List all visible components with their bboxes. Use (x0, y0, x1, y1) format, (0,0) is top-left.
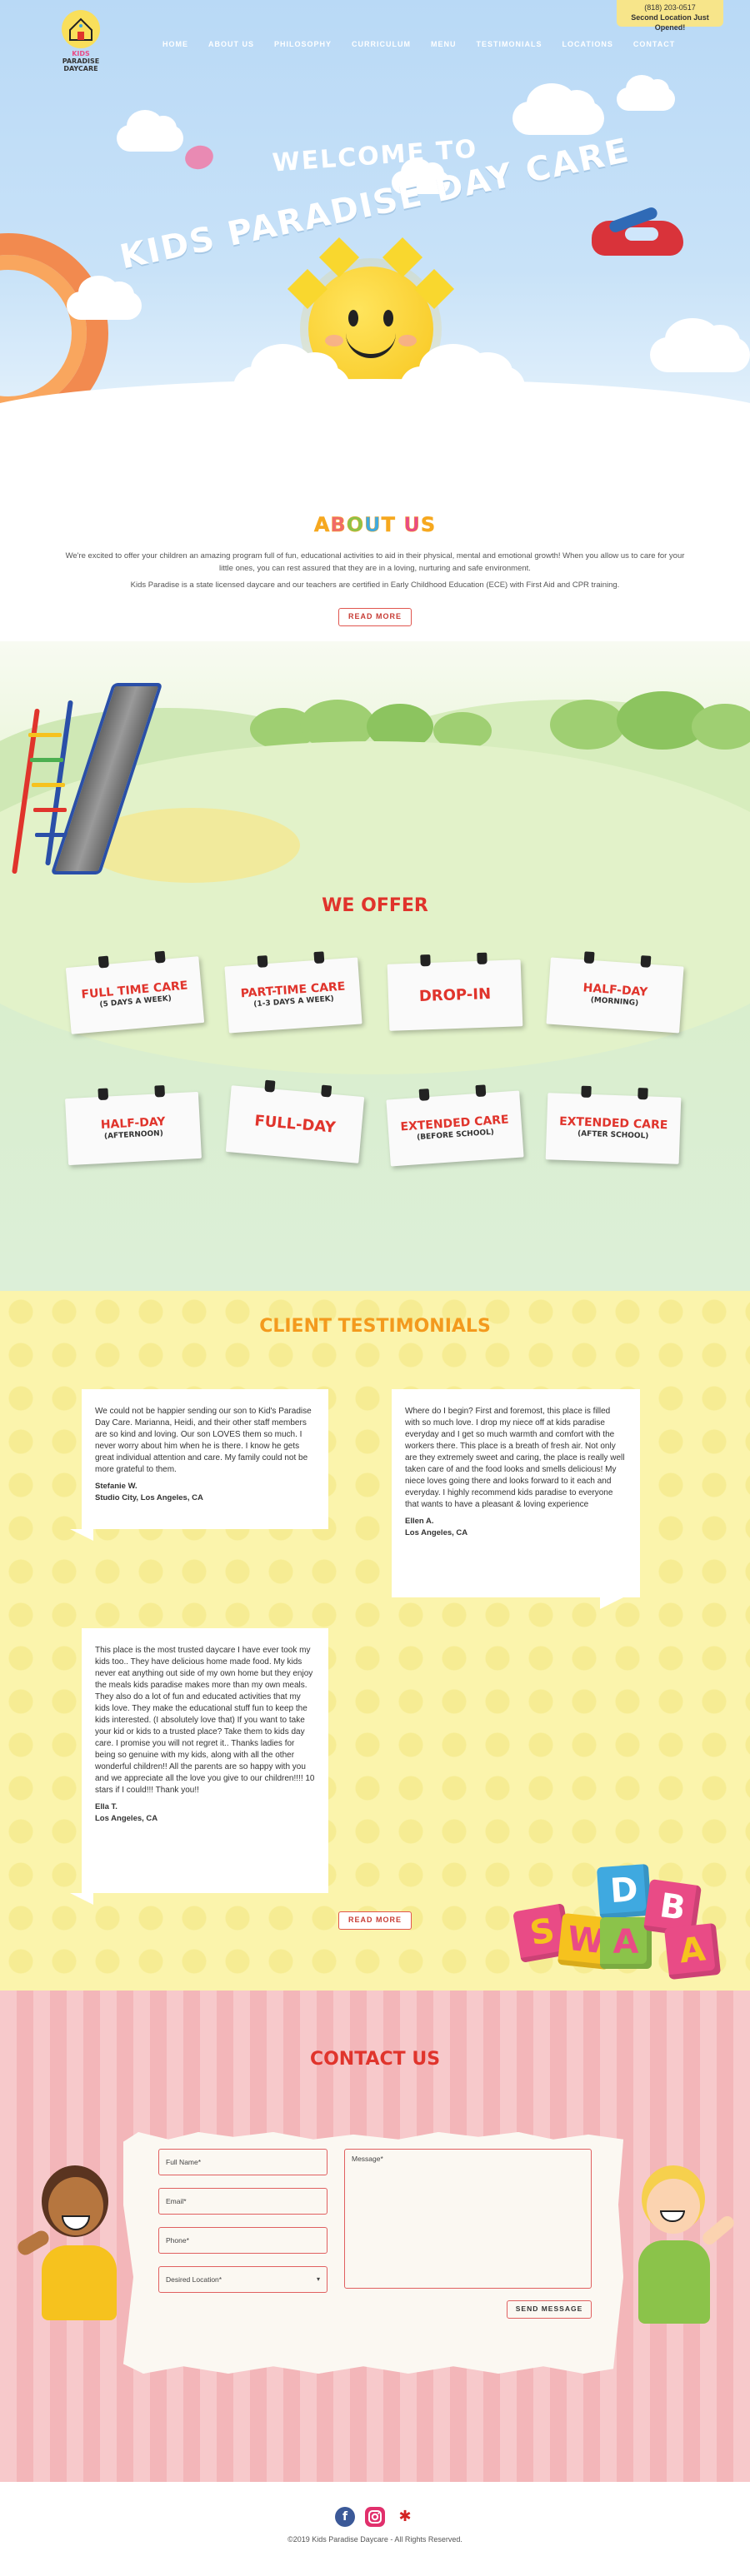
slide-illustration (12, 666, 232, 874)
about-paragraph-1: We're excited to offer your children an … (65, 551, 685, 573)
testimonials-read-more-button[interactable]: READ MORE (338, 1911, 412, 1930)
phone-number[interactable]: (818) 203-0517 (617, 2, 723, 12)
testimonial-author: Stefanie W. (95, 1482, 138, 1491)
cloud-illustration (117, 110, 183, 152)
about-title-letter: A (313, 513, 331, 537)
nav-menu[interactable]: MENU (431, 40, 457, 48)
offer-card-full-day[interactable]: FULL-DAY (225, 1079, 365, 1163)
facebook-icon[interactable]: f (335, 2507, 355, 2527)
testimonial-card: Where do I begin? First and foremost, th… (392, 1389, 640, 1609)
kid-boy-illustration (617, 2157, 742, 2332)
main-nav: HOME ABOUT US PHILOSOPHY CURRICULUM MENU… (162, 40, 675, 48)
airplane-illustration (575, 196, 700, 271)
nav-locations[interactable]: LOCATIONS (562, 40, 613, 48)
about-section: ABOUT US We're excited to offer your chi… (0, 450, 750, 641)
about-title-letter: T (381, 513, 396, 537)
offer-card-part-time[interactable]: PART-TIME CARE (1-3 DAYS A WEEK) (224, 951, 362, 1034)
location-select-label: Desired Location* (166, 2275, 222, 2284)
location-badge[interactable]: (818) 203-0517 Second Location Just Open… (617, 0, 723, 32)
cloud-illustration (617, 74, 675, 111)
nav-contact[interactable]: CONTACT (633, 40, 675, 48)
about-title: ABOUT US (0, 513, 750, 537)
testimonial-card: This place is the most trusted daycare I… (70, 1628, 328, 1905)
testimonial-text: This place is the most trusted daycare I… (95, 1646, 315, 1795)
offer-title: WE OFFER (322, 895, 428, 916)
bush-illustration (692, 704, 750, 750)
house-logo-icon (62, 10, 100, 48)
about-title-letter: O (346, 513, 365, 537)
cloud-illustration (650, 317, 750, 372)
about-paragraph-2: Kids Paradise is a state licensed daycar… (130, 580, 620, 590)
offer-section: WE OFFER FULL TIME CARE (5 DAYS A WEEK) P… (0, 641, 750, 1291)
about-title-letter: S (420, 513, 437, 537)
offer-card-half-day-morning[interactable]: HALF-DAY (MORNING) (546, 951, 684, 1034)
site-logo[interactable]: KIDS PARADISE DAYCARE (52, 10, 110, 75)
about-title-letter: B (330, 513, 347, 537)
kid-girl-illustration (15, 2165, 133, 2324)
hero-cloud-ground (0, 379, 750, 450)
logo-text-line1: KIDS (72, 50, 90, 57)
alphabet-block: A (663, 1922, 722, 1981)
location-select[interactable]: Desired Location* ▾ (158, 2266, 328, 2293)
offer-card-half-day-afternoon[interactable]: HALF-DAY (AFTERNOON) (65, 1084, 202, 1166)
offer-card-full-time[interactable]: FULL TIME CARE (5 DAYS A WEEK) (65, 950, 205, 1034)
nav-curriculum[interactable]: CURRICULUM (352, 40, 411, 48)
nav-home[interactable]: HOME (162, 40, 188, 48)
testimonial-location: Los Angeles, CA (95, 1814, 158, 1823)
about-title-letter: U (403, 513, 421, 537)
message-textarea[interactable]: Message* (344, 2149, 592, 2289)
phone-field[interactable]: Phone* (158, 2227, 328, 2254)
about-title-letter (396, 513, 403, 536)
offer-card-title: DROP-IN (418, 985, 492, 1005)
testimonial-text: We could not be happier sending our son … (95, 1407, 312, 1474)
testimonials-title: CLIENT TESTIMONIALS (259, 1316, 491, 1337)
testimonial-author: Ellen A. (405, 1517, 434, 1526)
footer: f ✱ ©2019 Kids Paradise Daycare - All Ri… (0, 2482, 750, 2576)
about-read-more-button[interactable]: READ MORE (338, 608, 412, 626)
nav-testimonials[interactable]: TESTIMONIALS (477, 40, 542, 48)
yelp-icon[interactable]: ✱ (395, 2507, 415, 2527)
offer-card-extended-after[interactable]: EXTENDED CARE (AFTER SCHOOL) (545, 1085, 682, 1164)
logo-text-line3: DAYCARE (63, 65, 98, 72)
testimonial-location: Los Angeles, CA (405, 1528, 468, 1537)
testimonials-section: CLIENT TESTIMONIALS We could not be happ… (0, 1291, 750, 1991)
contact-section: CONTACT US Full Name* Email* Phone* Desi… (0, 1991, 750, 2482)
about-title-letter: U (364, 513, 382, 537)
testimonial-card: We could not be happier sending our son … (70, 1389, 328, 1541)
instagram-icon[interactable] (365, 2507, 385, 2527)
cloud-illustration (67, 276, 142, 320)
testimonial-location: Studio City, Los Angeles, CA (95, 1493, 203, 1502)
copyright-text: ©2019 Kids Paradise Daycare - All Rights… (288, 2535, 462, 2544)
nav-philosophy[interactable]: PHILOSOPHY (274, 40, 332, 48)
offer-card-extended-before[interactable]: EXTENDED CARE (BEFORE SCHOOL) (386, 1084, 524, 1167)
contact-title: CONTACT US (309, 2049, 441, 2070)
location-note: Second Location Just Opened! (631, 13, 709, 32)
testimonial-text: Where do I begin? First and foremost, th… (405, 1407, 625, 1509)
hero-section: KIDS PARADISE DAYCARE HOME ABOUT US PHIL… (0, 0, 750, 450)
nav-about-us[interactable]: ABOUT US (208, 40, 254, 48)
bush-illustration (550, 700, 625, 750)
email-field[interactable]: Email* (158, 2188, 328, 2215)
alphabet-block: D (596, 1863, 652, 1920)
full-name-field[interactable]: Full Name* (158, 2149, 328, 2175)
logo-text-line2: PARADISE (62, 57, 100, 65)
testimonial-author: Ella T. (95, 1802, 118, 1811)
chevron-down-icon: ▾ (316, 2275, 320, 2283)
send-message-button[interactable]: SEND MESSAGE (507, 2300, 592, 2319)
offer-card-drop-in[interactable]: DROP-IN (387, 952, 523, 1031)
offer-card-title: FULL-DAY (253, 1112, 337, 1137)
